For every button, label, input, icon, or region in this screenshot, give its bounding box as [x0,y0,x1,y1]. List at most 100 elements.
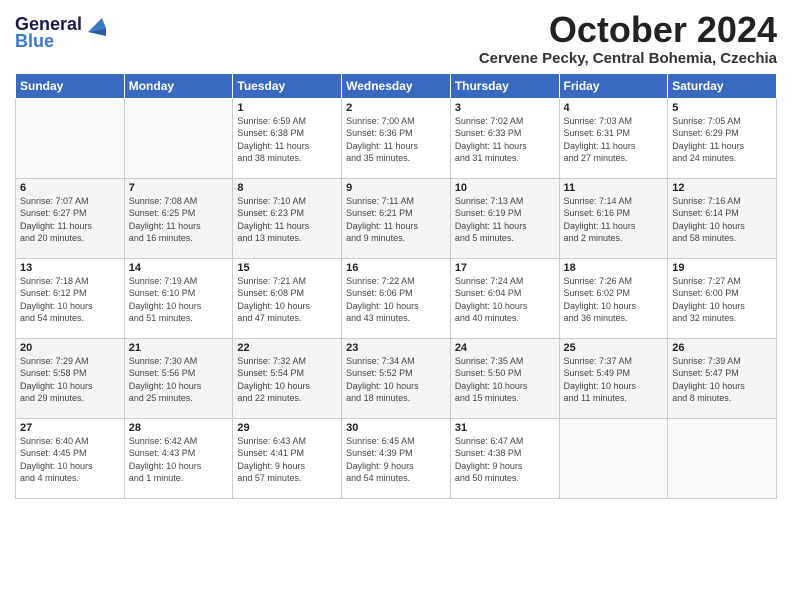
calendar-cell: 18Sunrise: 7:26 AM Sunset: 6:02 PM Dayli… [559,258,668,338]
calendar-cell: 26Sunrise: 7:39 AM Sunset: 5:47 PM Dayli… [668,338,777,418]
day-info: Sunrise: 6:43 AM Sunset: 4:41 PM Dayligh… [237,435,337,485]
week-row-4: 20Sunrise: 7:29 AM Sunset: 5:58 PM Dayli… [16,338,777,418]
calendar-cell: 11Sunrise: 7:14 AM Sunset: 6:16 PM Dayli… [559,178,668,258]
day-info: Sunrise: 7:07 AM Sunset: 6:27 PM Dayligh… [20,195,120,245]
calendar-cell [16,98,125,178]
calendar-cell: 28Sunrise: 6:42 AM Sunset: 4:43 PM Dayli… [124,418,233,498]
calendar-cell: 1Sunrise: 6:59 AM Sunset: 6:38 PM Daylig… [233,98,342,178]
day-number: 30 [346,422,446,434]
day-number: 28 [129,422,229,434]
day-info: Sunrise: 7:08 AM Sunset: 6:25 PM Dayligh… [129,195,229,245]
day-number: 5 [672,102,772,114]
calendar-cell: 13Sunrise: 7:18 AM Sunset: 6:12 PM Dayli… [16,258,125,338]
day-number: 15 [237,262,337,274]
day-info: Sunrise: 7:24 AM Sunset: 6:04 PM Dayligh… [455,275,555,325]
calendar-cell [559,418,668,498]
day-number: 21 [129,342,229,354]
calendar-cell: 10Sunrise: 7:13 AM Sunset: 6:19 PM Dayli… [450,178,559,258]
day-number: 26 [672,342,772,354]
week-row-1: 1Sunrise: 6:59 AM Sunset: 6:38 PM Daylig… [16,98,777,178]
day-number: 22 [237,342,337,354]
logo-icon [84,14,106,36]
day-info: Sunrise: 7:21 AM Sunset: 6:08 PM Dayligh… [237,275,337,325]
calendar-cell: 19Sunrise: 7:27 AM Sunset: 6:00 PM Dayli… [668,258,777,338]
calendar-cell: 2Sunrise: 7:00 AM Sunset: 6:36 PM Daylig… [342,98,451,178]
day-header-friday: Friday [559,73,668,98]
day-info: Sunrise: 7:05 AM Sunset: 6:29 PM Dayligh… [672,115,772,165]
page: General Blue October 2024 Cervene Pecky,… [0,0,792,612]
subtitle: Cervene Pecky, Central Bohemia, Czechia [479,50,777,67]
calendar-cell: 20Sunrise: 7:29 AM Sunset: 5:58 PM Dayli… [16,338,125,418]
calendar-cell: 14Sunrise: 7:19 AM Sunset: 6:10 PM Dayli… [124,258,233,338]
calendar-cell: 17Sunrise: 7:24 AM Sunset: 6:04 PM Dayli… [450,258,559,338]
week-row-5: 27Sunrise: 6:40 AM Sunset: 4:45 PM Dayli… [16,418,777,498]
day-info: Sunrise: 7:03 AM Sunset: 6:31 PM Dayligh… [564,115,664,165]
day-number: 12 [672,182,772,194]
calendar-header-row: SundayMondayTuesdayWednesdayThursdayFrid… [16,73,777,98]
calendar-cell: 27Sunrise: 6:40 AM Sunset: 4:45 PM Dayli… [16,418,125,498]
calendar-cell: 6Sunrise: 7:07 AM Sunset: 6:27 PM Daylig… [16,178,125,258]
day-number: 29 [237,422,337,434]
calendar-cell: 23Sunrise: 7:34 AM Sunset: 5:52 PM Dayli… [342,338,451,418]
day-info: Sunrise: 7:27 AM Sunset: 6:00 PM Dayligh… [672,275,772,325]
day-number: 11 [564,182,664,194]
day-info: Sunrise: 7:35 AM Sunset: 5:50 PM Dayligh… [455,355,555,405]
header: General Blue October 2024 Cervene Pecky,… [15,10,777,67]
day-header-wednesday: Wednesday [342,73,451,98]
day-number: 14 [129,262,229,274]
day-header-sunday: Sunday [16,73,125,98]
day-info: Sunrise: 7:18 AM Sunset: 6:12 PM Dayligh… [20,275,120,325]
calendar-cell: 9Sunrise: 7:11 AM Sunset: 6:21 PM Daylig… [342,178,451,258]
day-info: Sunrise: 7:32 AM Sunset: 5:54 PM Dayligh… [237,355,337,405]
day-info: Sunrise: 7:39 AM Sunset: 5:47 PM Dayligh… [672,355,772,405]
calendar-body: 1Sunrise: 6:59 AM Sunset: 6:38 PM Daylig… [16,98,777,498]
calendar-cell: 4Sunrise: 7:03 AM Sunset: 6:31 PM Daylig… [559,98,668,178]
day-number: 27 [20,422,120,434]
day-info: Sunrise: 6:42 AM Sunset: 4:43 PM Dayligh… [129,435,229,485]
day-number: 20 [20,342,120,354]
day-number: 13 [20,262,120,274]
calendar-cell: 24Sunrise: 7:35 AM Sunset: 5:50 PM Dayli… [450,338,559,418]
calendar-cell: 3Sunrise: 7:02 AM Sunset: 6:33 PM Daylig… [450,98,559,178]
calendar-cell [668,418,777,498]
day-number: 19 [672,262,772,274]
month-title: October 2024 [479,10,777,50]
day-number: 2 [346,102,446,114]
day-number: 8 [237,182,337,194]
day-info: Sunrise: 7:22 AM Sunset: 6:06 PM Dayligh… [346,275,446,325]
day-info: Sunrise: 7:29 AM Sunset: 5:58 PM Dayligh… [20,355,120,405]
calendar-cell: 16Sunrise: 7:22 AM Sunset: 6:06 PM Dayli… [342,258,451,338]
day-number: 4 [564,102,664,114]
day-number: 16 [346,262,446,274]
week-row-3: 13Sunrise: 7:18 AM Sunset: 6:12 PM Dayli… [16,258,777,338]
day-header-thursday: Thursday [450,73,559,98]
day-info: Sunrise: 7:19 AM Sunset: 6:10 PM Dayligh… [129,275,229,325]
day-number: 3 [455,102,555,114]
day-header-tuesday: Tuesday [233,73,342,98]
calendar-cell: 22Sunrise: 7:32 AM Sunset: 5:54 PM Dayli… [233,338,342,418]
day-number: 23 [346,342,446,354]
day-info: Sunrise: 7:26 AM Sunset: 6:02 PM Dayligh… [564,275,664,325]
day-number: 10 [455,182,555,194]
calendar-cell: 30Sunrise: 6:45 AM Sunset: 4:39 PM Dayli… [342,418,451,498]
day-info: Sunrise: 6:40 AM Sunset: 4:45 PM Dayligh… [20,435,120,485]
calendar-cell [124,98,233,178]
day-number: 1 [237,102,337,114]
day-number: 18 [564,262,664,274]
day-header-saturday: Saturday [668,73,777,98]
day-number: 17 [455,262,555,274]
day-info: Sunrise: 6:45 AM Sunset: 4:39 PM Dayligh… [346,435,446,485]
day-number: 9 [346,182,446,194]
calendar-cell: 8Sunrise: 7:10 AM Sunset: 6:23 PM Daylig… [233,178,342,258]
day-info: Sunrise: 6:47 AM Sunset: 4:38 PM Dayligh… [455,435,555,485]
day-number: 25 [564,342,664,354]
day-info: Sunrise: 7:30 AM Sunset: 5:56 PM Dayligh… [129,355,229,405]
week-row-2: 6Sunrise: 7:07 AM Sunset: 6:27 PM Daylig… [16,178,777,258]
day-number: 6 [20,182,120,194]
day-info: Sunrise: 7:11 AM Sunset: 6:21 PM Dayligh… [346,195,446,245]
day-info: Sunrise: 7:34 AM Sunset: 5:52 PM Dayligh… [346,355,446,405]
calendar-cell: 7Sunrise: 7:08 AM Sunset: 6:25 PM Daylig… [124,178,233,258]
logo: General Blue [15,14,106,52]
day-number: 7 [129,182,229,194]
day-info: Sunrise: 7:14 AM Sunset: 6:16 PM Dayligh… [564,195,664,245]
